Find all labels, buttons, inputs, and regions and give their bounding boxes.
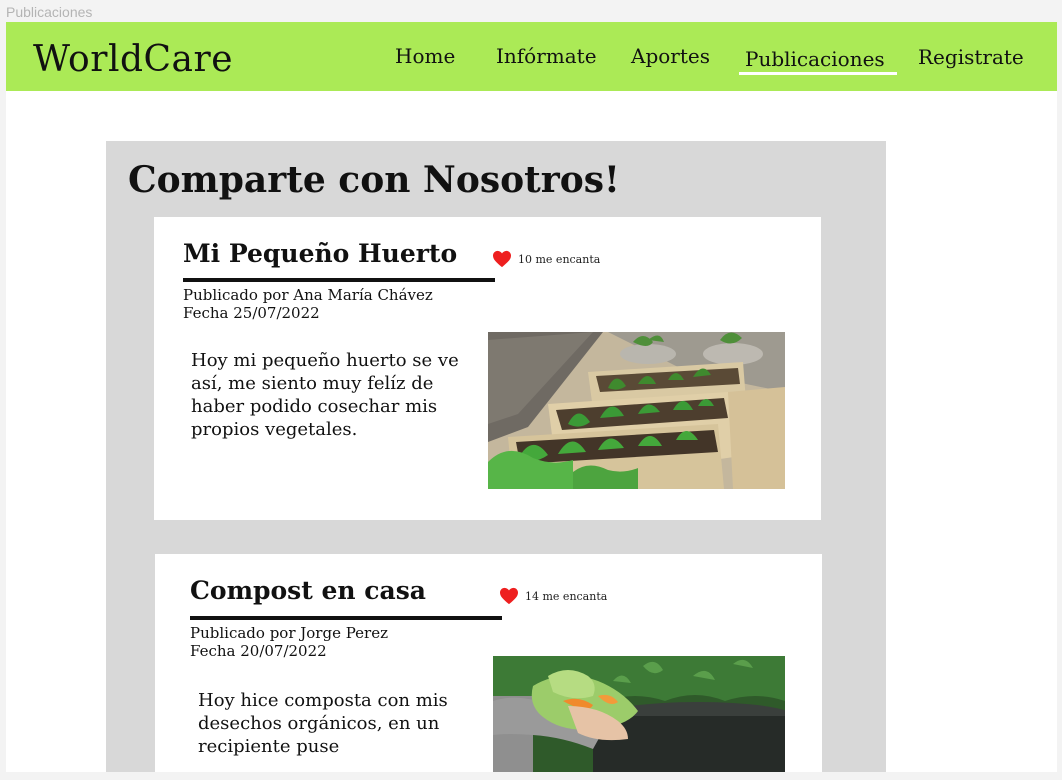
page: WorldCare Home Infórmate Aportes Publica…	[6, 22, 1057, 772]
compost-bin-photo	[493, 656, 785, 772]
post-date: Fecha 25/07/2022	[183, 304, 320, 322]
post-card: Compost en casa 14 me encanta Publicado …	[155, 554, 822, 772]
nav-active-indicator	[739, 72, 897, 75]
heart-icon[interactable]	[492, 250, 512, 268]
nav-publicaciones[interactable]: Publicaciones	[745, 47, 885, 71]
nav-home[interactable]: Home	[395, 44, 455, 68]
like-counter[interactable]: 10 me encanta	[492, 250, 600, 268]
window-title: Publicaciones	[6, 4, 93, 20]
post-meta: Publicado por Ana María Chávez Fecha 25/…	[183, 286, 433, 322]
post-body: Hoy mi pequeño huerto se ve así, me sien…	[191, 350, 459, 440]
heart-icon[interactable]	[499, 587, 519, 605]
title-divider	[183, 278, 495, 282]
like-count-label: 14 me encanta	[525, 589, 608, 603]
post-author: Publicado por Ana María Chávez	[183, 286, 433, 304]
page-title: Comparte con Nosotros!	[128, 159, 620, 201]
like-counter[interactable]: 14 me encanta	[499, 587, 607, 605]
title-divider	[190, 616, 502, 620]
garden-boxes-photo	[488, 332, 785, 489]
brand-logo[interactable]: WorldCare	[33, 39, 233, 80]
nav-informate[interactable]: Infórmate	[496, 44, 597, 68]
nav-aportes[interactable]: Aportes	[631, 44, 710, 68]
post-body: Hoy hice composta con mis desechos orgán…	[198, 690, 448, 757]
nav-registrate[interactable]: Registrate	[918, 45, 1024, 69]
post-meta: Publicado por Jorge Perez Fecha 20/07/20…	[190, 624, 388, 660]
post-title: Mi Pequeño Huerto	[183, 239, 458, 268]
posts-panel: Comparte con Nosotros! Mi Pequeño Huerto…	[106, 141, 886, 772]
like-count-label: 10 me encanta	[518, 252, 601, 266]
navbar: WorldCare Home Infórmate Aportes Publica…	[6, 22, 1057, 91]
post-date: Fecha 20/07/2022	[190, 642, 327, 660]
post-card: Mi Pequeño Huerto 10 me encanta Publicad…	[154, 217, 821, 520]
post-title: Compost en casa	[190, 576, 426, 605]
post-author: Publicado por Jorge Perez	[190, 624, 388, 642]
